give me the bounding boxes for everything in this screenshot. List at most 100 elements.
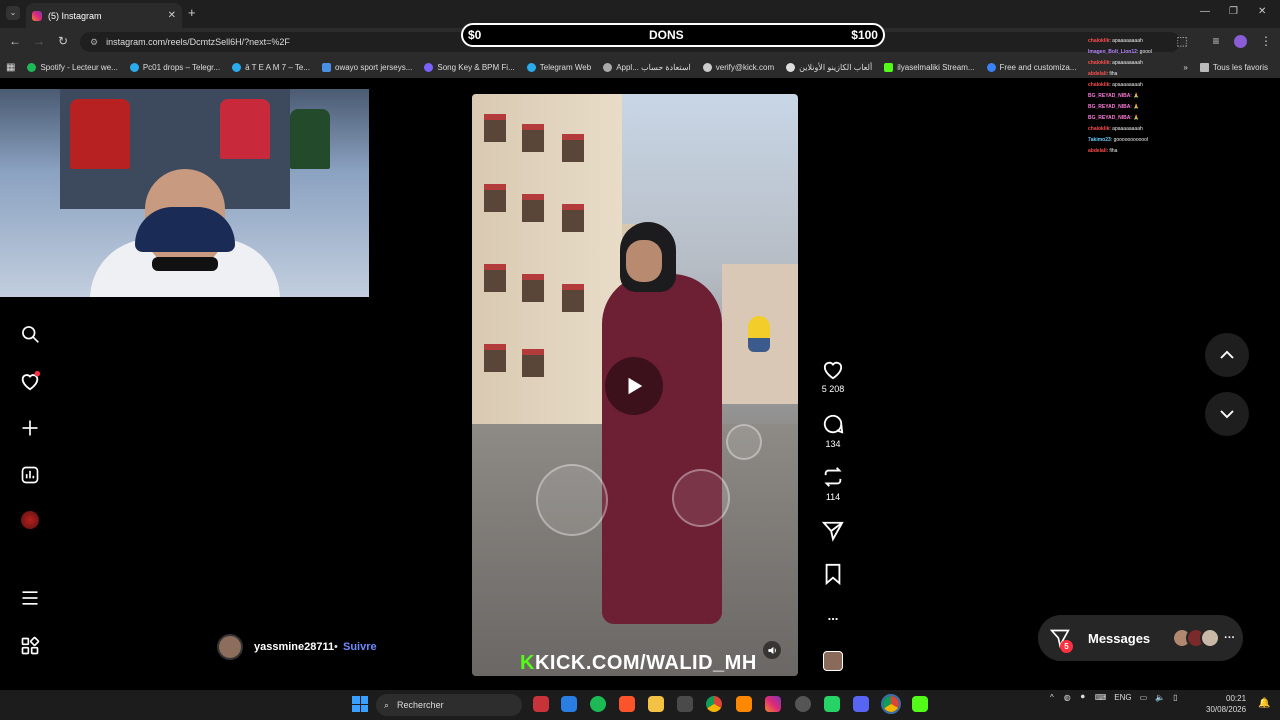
clock[interactable]: 00:21 30/08/2026 (1206, 693, 1246, 715)
kick-icon[interactable] (912, 696, 928, 712)
chat-username: chaloklik (1088, 126, 1110, 132)
bookmark-item[interactable]: Spotify - Lecteur we... (27, 62, 118, 72)
reel-author-avatar[interactable] (217, 634, 243, 660)
battery-icon[interactable]: ▯ (1173, 693, 1177, 702)
bookmark-item[interactable]: Telegram Web (526, 62, 592, 72)
bookmark-label: Song Key & BPM Fi... (437, 62, 515, 72)
chat-message: chaloklik: apaaaaaaaah (1088, 58, 1278, 69)
microphone-icon[interactable]: ⏺ (1081, 692, 1085, 702)
vlc-icon[interactable] (736, 696, 752, 712)
bookmark-item[interactable]: verify@kick.com (702, 62, 774, 72)
taskbar-search[interactable]: ⌕ Rechercher (376, 694, 522, 716)
defender-icon[interactable] (561, 696, 577, 712)
share-button[interactable] (818, 520, 848, 546)
url-text: instagram.com/reels/DcmtzSell6H/?next=%2… (106, 37, 290, 47)
apps-icon[interactable]: ▦ (6, 62, 15, 73)
comment-button[interactable]: 134 (818, 413, 848, 449)
restore-icon[interactable]: ❐ (1229, 6, 1238, 17)
forward-icon[interactable]: → (31, 34, 47, 48)
network-icon[interactable]: ◍ (1064, 693, 1071, 702)
conversation-avatar (1200, 628, 1221, 648)
bookmark-icon (884, 62, 894, 72)
bookmark-item[interactable]: ألعاب الكازينو الأونلاين (786, 62, 873, 72)
dashboard-icon[interactable] (18, 463, 42, 487)
notification-bell-icon[interactable]: 🔔 (1258, 698, 1270, 709)
display-icon[interactable]: ▭ (1140, 693, 1148, 702)
notifications-heart-icon[interactable] (18, 369, 42, 393)
app-icon[interactable] (533, 696, 549, 712)
bookmark-item[interactable]: Appl... استعادة حساب (603, 62, 691, 72)
bookmark-icon (129, 62, 139, 72)
site-settings-icon[interactable]: ⚙ (90, 37, 98, 48)
bookmark-item[interactable]: Free and customiza... (986, 62, 1077, 72)
like-button[interactable]: 5 208 (818, 360, 848, 394)
bookmark-label: Telegram Web (539, 62, 592, 72)
file-explorer-icon[interactable] (648, 696, 664, 712)
donation-goal-bar: $0 DONS $100 (461, 23, 885, 47)
tab-title: (5) Instagram (48, 10, 102, 21)
chat-username: chaloklik (1088, 82, 1110, 88)
chrome-icon[interactable] (706, 696, 722, 712)
chat-username: chaloklik (1088, 38, 1110, 44)
speaker-icon[interactable]: 🔈 (1155, 693, 1165, 702)
tab-search-icon[interactable]: ⌄ (6, 6, 20, 20)
menu-icon[interactable] (18, 586, 42, 610)
keyboard-icon[interactable]: ⌨ (1095, 693, 1107, 702)
chat-text: : fiha (1106, 71, 1118, 77)
bookmark-icon (424, 62, 434, 72)
start-button[interactable] (352, 696, 368, 712)
brave-icon[interactable] (619, 696, 635, 712)
messages-button[interactable]: Messages ··· (1038, 615, 1243, 661)
bookmark-item[interactable]: ā T E A M 7 – Te... (232, 62, 310, 72)
minimize-icon[interactable]: — (1200, 6, 1210, 17)
bookmark-item[interactable]: Pc01 drops – Telegr... (129, 62, 220, 72)
comment-icon (823, 414, 844, 434)
chat-text: : apaaaaaaaah (1109, 126, 1143, 132)
discord-icon[interactable] (853, 696, 869, 712)
previous-reel-button[interactable] (1205, 333, 1249, 377)
chat-username: abdelali (1088, 71, 1107, 77)
chat-message: abdelali: fiha (1088, 146, 1278, 157)
next-reel-button[interactable] (1205, 392, 1249, 436)
bookmark-icon (27, 62, 37, 72)
chevron-down-icon (1220, 410, 1234, 419)
bookmark-label: owayo sport jerseys... (335, 62, 413, 72)
search-icon: ⌕ (384, 699, 390, 710)
chat-message: BG_REYAD_NIBA: 🙏 (1088, 91, 1278, 102)
tab-instagram[interactable]: (5) Instagram ✕ (26, 3, 182, 28)
profile-avatar-icon[interactable] (18, 508, 42, 532)
volume-icon[interactable] (763, 641, 781, 659)
bookmark-label: Free and customiza... (999, 62, 1077, 72)
save-button[interactable] (818, 563, 848, 589)
messages-label: Messages (1088, 630, 1151, 646)
stream-chat-overlay: chaloklik: apaaaaaaaah Imagen_Bolt_Lion12… (1088, 36, 1278, 157)
close-window-icon[interactable]: ✕ (1258, 6, 1266, 17)
reel-author-username[interactable]: yassmine28711 (254, 641, 334, 653)
play-button[interactable] (605, 357, 663, 415)
bookmark-icon (786, 62, 796, 72)
language-indicator[interactable]: ENG (1114, 693, 1131, 702)
follow-button[interactable]: Suivre (343, 641, 377, 653)
back-icon[interactable]: ← (7, 34, 23, 48)
whatsapp-icon[interactable] (824, 696, 840, 712)
instagram-favicon-icon (32, 10, 42, 21)
audio-thumbnail[interactable] (823, 651, 843, 671)
search-icon[interactable] (18, 322, 42, 346)
create-plus-icon[interactable] (18, 416, 42, 440)
reload-icon[interactable]: ↻ (55, 34, 71, 48)
more-options-button[interactable]: ... (818, 608, 848, 623)
bookmark-item[interactable]: ilyaselmaliki Stream... (884, 62, 975, 72)
bookmark-item[interactable]: Song Key & BPM Fi... (424, 62, 515, 72)
close-tab-icon[interactable]: ✕ (168, 10, 176, 21)
store-icon[interactable] (677, 696, 693, 712)
repost-button[interactable]: 114 (818, 466, 848, 502)
steam-icon[interactable] (795, 696, 811, 712)
spotify-icon[interactable] (590, 696, 606, 712)
bookmark-label: ألعاب الكازينو الأونلاين (799, 62, 873, 72)
instagram-icon[interactable] (765, 696, 781, 712)
chrome-active-icon[interactable] (881, 694, 901, 714)
more-apps-icon[interactable] (18, 634, 42, 658)
new-tab-icon[interactable]: + (188, 5, 196, 20)
bookmark-item[interactable]: owayo sport jerseys... (322, 62, 413, 72)
show-hidden-icons[interactable]: ^ (1050, 693, 1054, 702)
